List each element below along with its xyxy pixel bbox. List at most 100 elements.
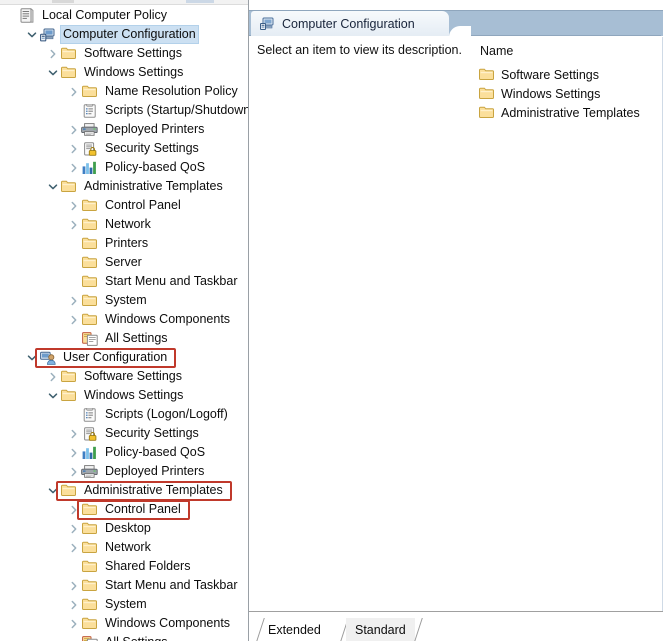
- policy-tree[interactable]: Local Computer Policy Computer Configurat…: [0, 6, 248, 641]
- tree-item-windows-settings[interactable]: Windows Settings: [0, 386, 248, 405]
- tree-item-security-settings[interactable]: Security Settings: [0, 139, 248, 158]
- details-pane: Computer Configuration Select an item to…: [249, 0, 663, 641]
- items-list[interactable]: Software Settings Windows Settings Adminis…: [463, 65, 663, 122]
- computer-icon: [39, 27, 56, 43]
- chevron-down-icon[interactable]: [24, 348, 39, 367]
- tree-item-desktop[interactable]: Desktop: [0, 519, 248, 538]
- chevron-right-icon[interactable]: [66, 500, 81, 519]
- chevron-right-icon[interactable]: [66, 614, 81, 633]
- chevron-right-icon[interactable]: [66, 310, 81, 329]
- chevron-down-icon[interactable]: [45, 386, 60, 405]
- tree-item-scripts-startup-shutdown[interactable]: Scripts (Startup/Shutdown): [0, 101, 248, 120]
- chevron-right-icon[interactable]: [66, 519, 81, 538]
- tree-item-label: Administrative Templates: [84, 179, 223, 193]
- chevron-right-icon[interactable]: [66, 139, 81, 158]
- tree-item-local-computer-policy[interactable]: Local Computer Policy: [0, 6, 248, 25]
- pane-top-strip: [0, 0, 248, 5]
- description-placeholder: Select an item to view its description.: [257, 43, 462, 57]
- folder-icon: [60, 65, 77, 81]
- all-settings-icon: [81, 331, 98, 347]
- tree-item-label: Policy-based QoS: [105, 445, 206, 459]
- list-item[interactable]: Windows Settings: [463, 84, 663, 103]
- tree-item-network[interactable]: Network: [0, 215, 248, 234]
- chevron-right-icon[interactable]: [66, 291, 81, 310]
- chevron-right-icon[interactable]: [66, 196, 81, 215]
- tree-item-label: System: [105, 293, 147, 307]
- tree-item-computer-configuration[interactable]: Computer Configuration: [0, 25, 248, 44]
- tree-item-policy-based-qos[interactable]: Policy-based QoS: [0, 158, 248, 177]
- tree-item-all-settings[interactable]: All Settings: [0, 633, 248, 641]
- tree-item-label: Administrative Templates: [84, 483, 223, 497]
- qos-chart-icon: [81, 160, 98, 176]
- chevron-right-icon[interactable]: [45, 367, 60, 386]
- tree-item-server[interactable]: Server: [0, 253, 248, 272]
- qos-chart-icon: [81, 445, 98, 461]
- tree-item-label: Deployed Printers: [105, 464, 205, 478]
- tree-item-label: Computer Configuration: [60, 25, 199, 44]
- chevron-right-icon[interactable]: [66, 424, 81, 443]
- tree-item-label: Software Settings: [84, 369, 182, 383]
- tree-item-printers[interactable]: Printers: [0, 234, 248, 253]
- tree-item-all-settings[interactable]: All Settings: [0, 329, 248, 348]
- tab-slash-right: [409, 618, 423, 641]
- tree-item-software-settings[interactable]: Software Settings: [0, 44, 248, 63]
- tree-item-policy-based-qos[interactable]: Policy-based QoS: [0, 443, 248, 462]
- tree-item-label: Policy-based QoS: [105, 160, 206, 174]
- tree-item-software-settings[interactable]: Software Settings: [0, 367, 248, 386]
- list-item[interactable]: Administrative Templates: [463, 103, 663, 122]
- folder-icon: [81, 521, 98, 537]
- chevron-right-icon[interactable]: [66, 215, 81, 234]
- tree-item-label: Security Settings: [105, 141, 199, 155]
- column-header-name[interactable]: Name: [463, 43, 663, 65]
- tree-item-control-panel[interactable]: Control Panel: [0, 500, 248, 519]
- tree-item-user-configuration[interactable]: User Configuration: [0, 348, 248, 367]
- tree-item-system[interactable]: System: [0, 291, 248, 310]
- tab-standard[interactable]: Standard: [346, 618, 415, 641]
- chevron-down-icon[interactable]: [24, 25, 39, 44]
- tree-item-start-menu-and-taskbar[interactable]: Start Menu and Taskbar: [0, 272, 248, 291]
- tree-item-label: Local Computer Policy: [42, 8, 168, 22]
- tree-item-windows-settings[interactable]: Windows Settings: [0, 63, 248, 82]
- tree-item-security-settings[interactable]: Security Settings: [0, 424, 248, 443]
- chevron-down-icon[interactable]: [45, 481, 60, 500]
- tree-item-network[interactable]: Network: [0, 538, 248, 557]
- chevron-right-icon[interactable]: [66, 595, 81, 614]
- tree-item-windows-components[interactable]: Windows Components: [0, 310, 248, 329]
- tree-item-deployed-printers[interactable]: Deployed Printers: [0, 120, 248, 139]
- console-tree-pane[interactable]: Local Computer Policy Computer Configurat…: [0, 0, 249, 641]
- tree-item-administrative-templates[interactable]: Administrative Templates: [0, 177, 248, 196]
- chevron-right-icon[interactable]: [66, 462, 81, 481]
- list-item-label: Windows Settings: [501, 86, 601, 101]
- items-list-column[interactable]: Name Software Settings Windows Settings Ad…: [462, 37, 663, 611]
- chevron-right-icon[interactable]: [66, 443, 81, 462]
- chevron-right-icon[interactable]: [66, 576, 81, 595]
- folder-icon: [81, 597, 98, 613]
- list-item[interactable]: Software Settings: [463, 65, 663, 84]
- tree-item-windows-components[interactable]: Windows Components: [0, 614, 248, 633]
- tree-item-deployed-printers[interactable]: Deployed Printers: [0, 462, 248, 481]
- tab-computer-configuration[interactable]: Computer Configuration: [251, 11, 449, 37]
- tree-item-administrative-templates[interactable]: Administrative Templates: [0, 481, 248, 500]
- chevron-down-icon[interactable]: [45, 177, 60, 196]
- tree-item-scripts-logon-logoff[interactable]: Scripts (Logon/Logoff): [0, 405, 248, 424]
- tree-item-control-panel[interactable]: Control Panel: [0, 196, 248, 215]
- folder-icon: [60, 179, 77, 195]
- folder-icon: [479, 87, 496, 100]
- tree-item-shared-folders[interactable]: Shared Folders: [0, 557, 248, 576]
- chevron-right-icon[interactable]: [66, 82, 81, 101]
- chevron-right-icon[interactable]: [66, 158, 81, 177]
- tree-item-start-menu-and-taskbar[interactable]: Start Menu and Taskbar: [0, 576, 248, 595]
- tree-item-label: Windows Components: [105, 312, 231, 326]
- chevron-right-icon[interactable]: [66, 538, 81, 557]
- view-mode-tabs[interactable]: Extended Standard: [249, 611, 663, 641]
- list-item-label: Software Settings: [501, 67, 599, 82]
- chevron-down-icon[interactable]: [45, 63, 60, 82]
- chevron-right-icon[interactable]: [45, 44, 60, 63]
- tree-item-system[interactable]: System: [0, 595, 248, 614]
- tab-extended[interactable]: Extended: [259, 618, 330, 641]
- chevron-right-icon[interactable]: [66, 120, 81, 139]
- tree-item-name-resolution-policy[interactable]: Name Resolution Policy: [0, 82, 248, 101]
